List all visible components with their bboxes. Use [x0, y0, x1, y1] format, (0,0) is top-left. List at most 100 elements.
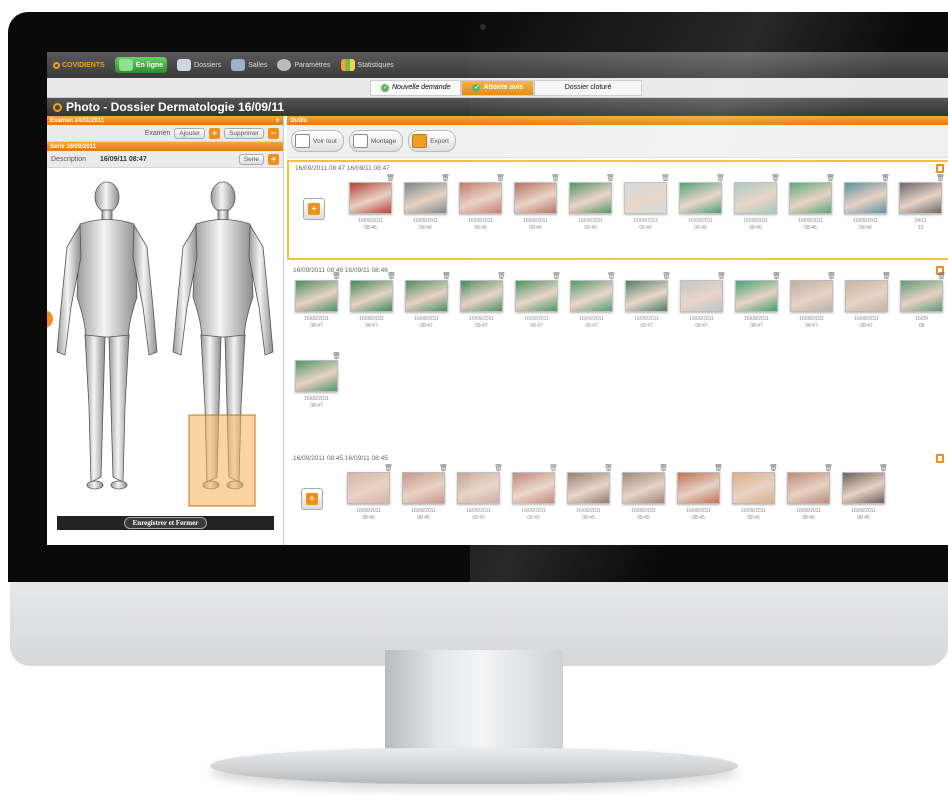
trash-icon[interactable]: 🗑	[879, 464, 888, 472]
photo-image[interactable]	[515, 280, 558, 312]
front-body-figure[interactable]	[56, 181, 158, 490]
trash-icon[interactable]: 🗑	[827, 272, 836, 280]
export-button[interactable]: Export	[408, 130, 456, 152]
trash-icon[interactable]: 🗑	[662, 272, 671, 280]
series-action-icon[interactable]	[936, 164, 944, 173]
photo-thumbnail[interactable]: 🗑 16/09/2011 08:45	[836, 464, 891, 522]
photo-image[interactable]	[350, 280, 393, 312]
trash-icon[interactable]: 🗑	[387, 272, 396, 280]
photo-thumbnail[interactable]: 🗑 16/09/2011 08:46	[618, 174, 673, 232]
photo-thumbnail[interactable]: 🗑 16/09/2011 08:45	[506, 464, 561, 522]
photo-image[interactable]	[295, 360, 338, 392]
nav-en-ligne[interactable]: En ligne	[114, 57, 168, 73]
photo-thumbnail[interactable]: 🗑 16/09/2011 08:46	[673, 174, 728, 232]
photo-thumbnail[interactable]: 🗑 16/09/2011 08:47	[839, 272, 894, 330]
photo-thumbnail[interactable]: 🗑 16/09/2011 08:46	[783, 174, 838, 232]
add-button[interactable]: Ajouter	[174, 127, 206, 139]
photo-image[interactable]	[622, 472, 665, 504]
photo-thumbnail[interactable]: 🗑 16/09/2011 08:46	[453, 174, 508, 232]
photo-thumbnail[interactable]: 🗑 16/09/2011 08:45	[781, 464, 836, 522]
photo-image[interactable]	[567, 472, 610, 504]
photo-image[interactable]	[514, 182, 557, 214]
photo-thumbnail[interactable]: 🗑 16/09/2011 08:46	[343, 174, 398, 232]
view-all-button[interactable]: Voir tout	[291, 130, 344, 152]
trash-icon[interactable]: 🗑	[714, 464, 723, 472]
trash-icon[interactable]: 🗑	[772, 272, 781, 280]
photo-image[interactable]	[732, 472, 775, 504]
save-and-close-button[interactable]: Enregistrer et Fermer	[123, 517, 208, 529]
photo-image[interactable]	[789, 182, 832, 214]
photo-thumbnail[interactable]: 🗑 16/09/2011 08:47	[729, 272, 784, 330]
delete-minus-icon[interactable]: −	[268, 127, 279, 139]
trash-icon[interactable]: 🗑	[386, 174, 395, 182]
photo-thumbnail[interactable]: 🗑 16/09/2011 08:47	[564, 272, 619, 330]
photo-thumbnail[interactable]: 🗑 16/09/2011 08:47	[674, 272, 729, 330]
photo-image[interactable]	[735, 280, 778, 312]
delete-button[interactable]: Supprimer	[224, 127, 264, 139]
photo-thumbnail[interactable]: 🗑 16/09/2011 08:46	[563, 174, 618, 232]
photo-image[interactable]	[349, 182, 392, 214]
photo-series[interactable]: 16/09/2011 08:46 16/09/11 08:46 🗑 16/09/2…	[287, 264, 948, 354]
trash-icon[interactable]: 🗑	[442, 272, 451, 280]
photo-image[interactable]	[570, 280, 613, 312]
photo-thumbnail[interactable]: 🗑 16/09/2011 08:45	[726, 464, 781, 522]
collapse-icon[interactable]: ▾	[276, 117, 283, 124]
photo-image[interactable]	[460, 280, 503, 312]
nav-parametres[interactable]: Paramètres	[277, 59, 331, 71]
step-attente-avis[interactable]: ✓ Attente avis	[461, 79, 535, 96]
photo-image[interactable]	[625, 280, 668, 312]
add-photo-button[interactable]: +	[301, 488, 323, 510]
photo-series[interactable]: 16/09/2011 08:47 16/09/11 08:47 + 🗑 16/09…	[287, 160, 948, 260]
photo-image[interactable]	[844, 182, 887, 214]
photo-thumbnail[interactable]: 🗑 16/09/2011 08:47	[289, 353, 344, 410]
trash-icon[interactable]: 🗑	[604, 464, 613, 472]
trash-icon[interactable]: 🗑	[716, 174, 725, 182]
trash-icon[interactable]: 🗑	[384, 464, 393, 472]
photo-image[interactable]	[900, 280, 943, 312]
photo-thumbnail[interactable]: 🗑 16/09/2011 08:46	[838, 175, 893, 232]
trash-icon[interactable]: 🗑	[882, 272, 891, 280]
photo-image[interactable]	[734, 182, 777, 214]
step-nouvelle-demande[interactable]: ✓ Nouvelle demande	[370, 79, 462, 96]
trash-icon[interactable]: 🗑	[497, 272, 506, 280]
photo-series[interactable]: 🗑 16/09/2011 08:47	[287, 353, 948, 426]
photo-image[interactable]	[790, 280, 833, 312]
photo-thumbnail[interactable]: 🗑 16/09/2011 08:45	[396, 464, 451, 522]
photo-image[interactable]	[842, 472, 885, 504]
photo-thumbnail[interactable]: 🗑 16/09/2011 08:45	[616, 465, 671, 522]
trash-icon[interactable]: 🗑	[607, 272, 616, 280]
photo-thumbnail[interactable]: 🗑 16/09/2011 08:46	[728, 174, 783, 232]
photo-image[interactable]	[459, 182, 502, 214]
photo-thumbnail[interactable]: 🗑 16/09/2011 08:45	[341, 464, 396, 522]
photo-thumbnail[interactable]: 🗑 16/09/2011 08:47	[344, 272, 399, 330]
trash-icon[interactable]: 🗑	[606, 174, 615, 182]
photo-image[interactable]	[624, 182, 667, 214]
photo-image[interactable]	[845, 280, 888, 312]
photo-thumbnail[interactable]: 🗑 16/09/2011 08:47	[619, 272, 674, 330]
nav-statistiques[interactable]: Statistiques	[340, 59, 394, 71]
body-map[interactable]	[47, 177, 283, 511]
trash-icon[interactable]: 🗑	[439, 464, 448, 472]
photo-thumbnail[interactable]: 🗑 16/09/2011 08:46	[398, 175, 453, 232]
photo-thumbnail[interactable]: 🗑 16/09/2011 08:47	[289, 273, 344, 330]
montage-button[interactable]: Montage	[348, 130, 404, 152]
trash-icon[interactable]: 🗑	[824, 464, 833, 472]
trash-icon[interactable]: 🗑	[496, 174, 505, 182]
trash-icon[interactable]: 🗑	[549, 464, 558, 472]
photo-image[interactable]	[787, 472, 830, 504]
trash-icon[interactable]: 🗑	[494, 464, 503, 472]
add-photo-button[interactable]: +	[303, 198, 325, 220]
photo-image[interactable]	[402, 472, 445, 504]
trash-icon[interactable]: 🗑	[661, 174, 670, 182]
trash-icon[interactable]: 🗑	[769, 464, 778, 472]
photo-thumbnail[interactable]: 🗑 16/09/2011 08:47	[509, 273, 564, 330]
serie-plus-icon[interactable]: +	[268, 153, 279, 165]
step-dossier-cloture[interactable]: Dossier cloturé	[534, 79, 643, 96]
photo-series[interactable]: 16/09/2011 08:45 16/09/11 08:45 + 🗑 16/09…	[287, 452, 948, 544]
photo-image[interactable]	[899, 182, 942, 214]
photo-thumbnail[interactable]: 🗑 16/09/2011 08:45	[561, 464, 616, 522]
trash-icon[interactable]: 🗑	[771, 174, 780, 182]
photo-image[interactable]	[677, 472, 720, 504]
trash-icon[interactable]: 🗑	[717, 272, 726, 280]
trash-icon[interactable]: 🗑	[826, 174, 835, 182]
